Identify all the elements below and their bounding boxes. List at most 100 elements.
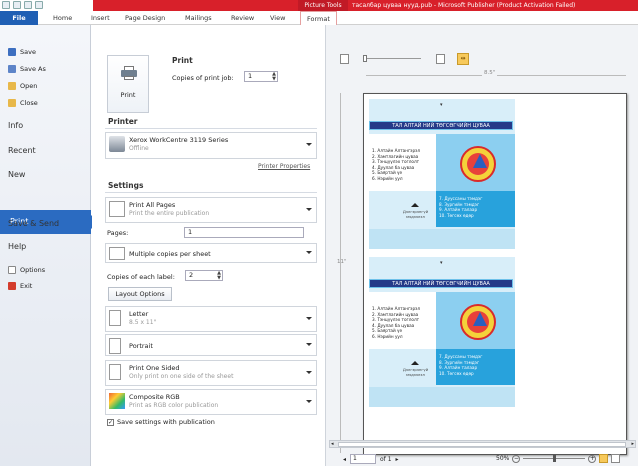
nav-save-label: Save [20,48,36,56]
page-number-input[interactable]: 1 [350,454,377,464]
single-page-view-icon[interactable] [340,54,349,64]
ruler-toggle-icon[interactable]: ⇹ [457,53,469,65]
pages-dropdown-title: Print All Pages [129,201,176,209]
save-icon [8,48,16,56]
vertical-ruler [340,93,341,453]
sheet-slider[interactable] [363,55,421,62]
nav-recent[interactable]: Recent [8,146,36,155]
printer-heading: Printer [108,117,138,126]
next-page-icon[interactable]: ▸ [396,456,399,463]
orientation-dropdown-title: Portrait [129,342,153,350]
tab-insert[interactable]: Insert [91,11,110,25]
nav-options-label: Options [20,266,46,274]
folder-close-icon [8,99,16,107]
save-icon[interactable] [13,1,21,9]
save-settings-checkbox[interactable]: ✓ Save settings with publication [107,418,215,426]
ruler-width-label: 8.5" [482,70,498,76]
ribbon-tabs: File Home Insert Page Design Mailings Re… [0,11,638,25]
label-small-text: Дэлгэрэнгүй мэдээлэл [402,209,429,219]
zoom-slider[interactable] [523,455,586,462]
checkbox-checked-icon[interactable]: ✓ [107,418,114,426]
tab-view[interactable]: View [270,11,285,25]
spinner-arrows-icon[interactable]: ▲ ▼ [217,271,221,281]
printer-device-icon [109,136,125,152]
list-item: 9. Алтайн талаар [439,365,478,370]
zoom-out-icon[interactable]: − [512,454,521,463]
layout-dropdown-title: Multiple copies per sheet [129,250,211,258]
spinner-arrows-icon[interactable]: ▲ ▼ [272,72,276,82]
fit-width-icon[interactable] [611,454,621,463]
copies-each-spinner[interactable]: 2 ▲ ▼ [185,270,223,281]
nav-options[interactable]: Options [8,264,45,276]
list-item: 10. Төгсөх өдөр [439,370,474,376]
printer-dropdown[interactable]: Xerox WorkCentre 3119 Series Offline [105,132,317,159]
paper-size-dropdown[interactable]: Letter 8.5 x 11" [105,306,317,332]
pages-input[interactable]: 1 [184,227,304,238]
copies-value: 1 [248,72,253,80]
orientation-dropdown[interactable]: Portrait [105,334,317,356]
chevron-down-icon [306,343,312,346]
tab-page-design[interactable]: Page Design [125,11,165,25]
print-button[interactable]: Print [107,55,149,113]
pages-label: Pages: [107,229,129,237]
scroll-right-icon[interactable]: ▸ [631,441,634,447]
nav-new[interactable]: New [8,170,25,179]
app-icon[interactable] [2,1,10,9]
print-settings-panel: Print Print Copies of print job: 1 ▲ ▼ Pr… [92,25,324,466]
page-navigator: ◂ 1 of 1 ▸ [343,454,399,464]
label-title-band: ТАЛ АЛТАЙ НИЙ ТӨГСӨГЧИЙН ЦУВАА [369,279,513,288]
nav-exit[interactable]: Exit [8,280,32,292]
chevron-down-icon [306,251,312,255]
rgb-icon [109,393,125,409]
horizontal-scrollbar[interactable]: ◂ ▸ [329,440,636,448]
sides-dropdown-sub: Only print on one side of the sheet [129,373,234,380]
list-item: 3. Тэнцүүлэх тоглолт [372,317,420,322]
undo-icon[interactable] [24,1,32,9]
list-item: 9. Алтайн талаар [439,207,478,212]
nav-open[interactable]: Open [8,80,37,92]
zoom-in-icon[interactable]: + [588,454,597,463]
copies-spinner[interactable]: 1 ▲ ▼ [244,71,278,82]
redo-icon[interactable] [35,1,43,9]
pages-dropdown-sub: Print the entire publication [129,210,210,217]
label-preview-2: ▾ ТАЛ АЛТАЙ НИЙ ТӨГСӨГЧИЙН ЦУВАА 1. Алта… [369,257,515,407]
tab-home[interactable]: Home [53,11,72,25]
tab-review[interactable]: Review [231,11,254,25]
save-settings-label: Save settings with publication [117,418,215,426]
label-bottom-strip [369,387,515,407]
nav-save-send[interactable]: Save & Send [8,219,59,228]
list-item: 1. Алтайн Алтангэрэл [372,148,421,153]
nav-close[interactable]: Close [8,97,38,109]
chevron-down-icon [306,399,312,403]
backstage-nav: Save Save As Open Close Info Recent New … [0,25,98,466]
layout-dropdown[interactable]: Multiple copies per sheet [105,243,317,263]
zoom-level[interactable]: 50% [496,455,509,462]
nav-open-label: Open [20,82,38,90]
printer-properties-link[interactable]: Printer Properties [258,163,310,170]
label-title-band: ТАЛ АЛТАЙ НИЙ ТӨГСӨГЧИЙН ЦУВАА [369,121,513,130]
slider-knob[interactable] [363,55,367,62]
divider [105,128,317,129]
tab-file[interactable]: File [0,11,38,25]
previous-page-icon[interactable]: ◂ [343,456,346,463]
nav-save-as[interactable]: Save As [8,63,46,75]
list-item: 10. Төгсөх өдөр [439,212,474,218]
label-bottom-strip [369,229,515,249]
sides-dropdown[interactable]: Print One Sided Only print on one side o… [105,360,317,386]
emblem-logo [460,146,496,182]
multiple-sheets-view-icon[interactable] [436,54,445,64]
scroll-left-icon[interactable]: ◂ [331,441,334,447]
pages-value: 1 [188,228,193,236]
nav-help[interactable]: Help [8,242,26,251]
pages-dropdown[interactable]: Print All Pages Print the entire publica… [105,197,317,223]
layout-options-button[interactable]: Layout Options [108,287,172,301]
emblem-logo [460,304,496,340]
preview-page: ▾ ТАЛ АЛТАЙ НИЙ ТӨГСӨГЧИЙН ЦУВАА 1. Алта… [363,93,627,455]
tab-mailings[interactable]: Mailings [185,11,212,25]
nav-save[interactable]: Save [8,46,36,58]
tab-format[interactable]: Format [300,11,337,25]
scrollbar-thumb[interactable] [338,442,626,447]
nav-info[interactable]: Info [8,121,23,130]
color-dropdown[interactable]: Composite RGB Print as RGB color publica… [105,389,317,415]
fit-page-icon[interactable] [599,454,609,463]
